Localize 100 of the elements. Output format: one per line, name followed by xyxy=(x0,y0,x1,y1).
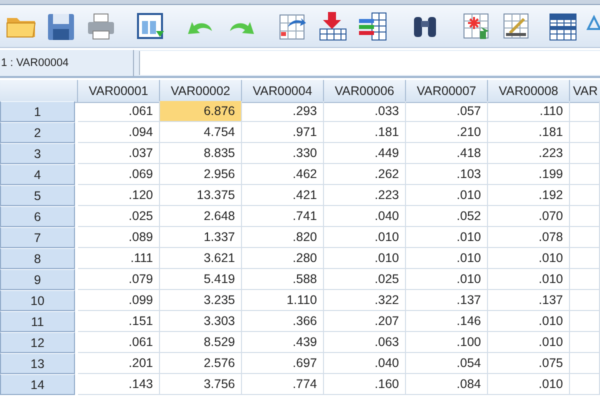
table-cell: .146 xyxy=(406,311,488,332)
row-header[interactable]: 7 xyxy=(0,227,75,248)
column-header[interactable]: VAR00002 xyxy=(160,80,242,103)
table-cell: .449 xyxy=(324,143,406,164)
table-cell: .820 xyxy=(242,227,324,248)
table-cell: .111 xyxy=(78,248,160,269)
empty-cell xyxy=(570,227,600,248)
table-cell: .741 xyxy=(242,206,324,227)
empty-cell xyxy=(570,290,600,311)
table-cell: 3.621 xyxy=(160,248,242,269)
table-cell: .192 xyxy=(488,185,570,206)
column-header[interactable]: VAR00007 xyxy=(406,80,488,103)
table-cell: .462 xyxy=(242,164,324,185)
table-cell: .025 xyxy=(324,269,406,290)
row-header[interactable]: 3 xyxy=(0,143,75,164)
table-cell: 6.876 xyxy=(160,101,242,122)
table-cell: 2.576 xyxy=(160,353,242,374)
table-cell: .010 xyxy=(406,185,488,206)
row-header[interactable]: 8 xyxy=(0,248,75,269)
table-cell: .280 xyxy=(242,248,324,269)
table-cell: .103 xyxy=(406,164,488,185)
table-cell: 2.956 xyxy=(160,164,242,185)
table-cell: .439 xyxy=(242,332,324,353)
table-cell: .421 xyxy=(242,185,324,206)
table-cell: .293 xyxy=(242,101,324,122)
table-cell: .160 xyxy=(324,374,406,395)
table-cell: .075 xyxy=(488,353,570,374)
table-cell: .033 xyxy=(324,101,406,122)
table-cell: .099 xyxy=(78,290,160,311)
table-cell: .040 xyxy=(324,206,406,227)
table-cell: .418 xyxy=(406,143,488,164)
row-header[interactable]: 5 xyxy=(0,185,75,206)
empty-cell xyxy=(570,101,600,122)
row-header[interactable]: 13 xyxy=(0,353,75,374)
table-cell: 2.648 xyxy=(160,206,242,227)
empty-cell xyxy=(570,122,600,143)
cell-editor-field[interactable] xyxy=(139,51,600,75)
table-cell: .037 xyxy=(78,143,160,164)
table-cell: .094 xyxy=(78,122,160,143)
table-cell: .089 xyxy=(78,227,160,248)
table-cell: .120 xyxy=(78,185,160,206)
table-cell: .971 xyxy=(242,122,324,143)
table-cell: .054 xyxy=(406,353,488,374)
table-cell: .207 xyxy=(324,311,406,332)
column-header[interactable]: VAR00001 xyxy=(78,80,160,103)
column-header[interactable]: VAR xyxy=(570,80,600,103)
table-cell: .052 xyxy=(406,206,488,227)
table-cell: 5.419 xyxy=(160,269,242,290)
row-header[interactable]: 4 xyxy=(0,164,75,185)
row-header[interactable]: 6 xyxy=(0,206,75,227)
table-cell: .070 xyxy=(488,206,570,227)
empty-cell xyxy=(570,164,600,185)
empty-cell xyxy=(570,206,600,227)
table-cell: 3.303 xyxy=(160,311,242,332)
empty-cell xyxy=(570,311,600,332)
table-cell: .181 xyxy=(488,122,570,143)
row-header[interactable]: 11 xyxy=(0,311,75,332)
row-header[interactable]: 14 xyxy=(0,374,75,395)
row-header[interactable]: 9 xyxy=(0,269,75,290)
table-cell: .010 xyxy=(406,269,488,290)
table-cell: .078 xyxy=(488,227,570,248)
table-cell: .223 xyxy=(488,143,570,164)
empty-cell xyxy=(570,374,600,395)
table-cell: .057 xyxy=(406,101,488,122)
empty-cell xyxy=(570,353,600,374)
table-cell: .061 xyxy=(78,332,160,353)
table-cell: .366 xyxy=(242,311,324,332)
table-cell: .010 xyxy=(406,248,488,269)
empty-cell xyxy=(570,269,600,290)
table-cell: .079 xyxy=(78,269,160,290)
empty-cell xyxy=(570,248,600,269)
table-cell: .040 xyxy=(324,353,406,374)
table-cell: .084 xyxy=(406,374,488,395)
row-header[interactable]: 2 xyxy=(0,122,75,143)
table-cell: 1.110 xyxy=(242,290,324,311)
column-header[interactable]: VAR00006 xyxy=(324,80,406,103)
empty-cell xyxy=(570,143,600,164)
column-header[interactable]: VAR00004 xyxy=(242,80,324,103)
table-cell: .137 xyxy=(406,290,488,311)
table-cell: .588 xyxy=(242,269,324,290)
table-cell: 3.235 xyxy=(160,290,242,311)
table-cell: 13.375 xyxy=(160,185,242,206)
table-cell: .137 xyxy=(488,290,570,311)
table-cell: .199 xyxy=(488,164,570,185)
table-cell: .063 xyxy=(324,332,406,353)
table-cell: .010 xyxy=(488,269,570,290)
table-cell: .069 xyxy=(78,164,160,185)
row-header[interactable]: 1 xyxy=(0,101,75,122)
table-cell: .181 xyxy=(324,122,406,143)
table-cell: .210 xyxy=(406,122,488,143)
table-cell: .010 xyxy=(488,374,570,395)
table-cell: 8.529 xyxy=(160,332,242,353)
table-cell: .010 xyxy=(324,248,406,269)
table-cell: 1.337 xyxy=(160,227,242,248)
table-cell: .010 xyxy=(488,332,570,353)
table-cell: .223 xyxy=(324,185,406,206)
table-cell: .262 xyxy=(324,164,406,185)
column-header[interactable]: VAR00008 xyxy=(488,80,570,103)
row-header[interactable]: 12 xyxy=(0,332,75,353)
row-header[interactable]: 10 xyxy=(0,290,75,311)
